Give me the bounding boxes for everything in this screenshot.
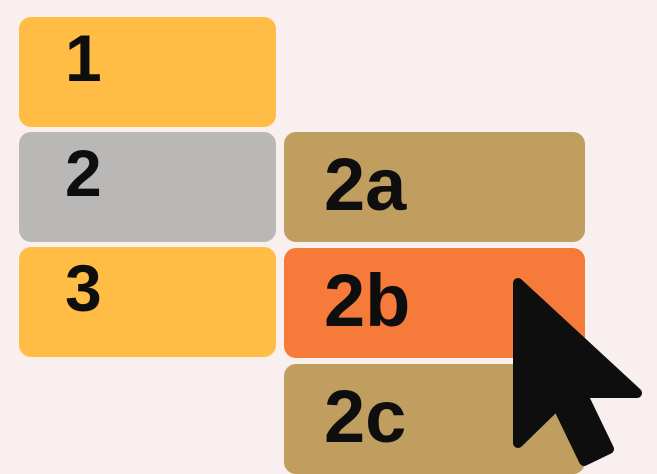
submenu-item-label: 2b: [324, 259, 411, 342]
menu-item-2[interactable]: 2: [19, 132, 276, 242]
submenu-item-label: 2c: [324, 375, 407, 458]
menu-item-label: 1: [65, 21, 102, 95]
submenu-item-2a[interactable]: 2a: [284, 132, 585, 242]
menu-item-label: 2: [65, 136, 102, 210]
arrow-cursor-icon: [513, 278, 642, 466]
submenu-item-label: 2a: [324, 143, 407, 226]
menu-item-1[interactable]: 1: [19, 17, 276, 127]
menu-item-label: 3: [65, 251, 102, 325]
menu-item-3[interactable]: 3: [19, 247, 276, 357]
